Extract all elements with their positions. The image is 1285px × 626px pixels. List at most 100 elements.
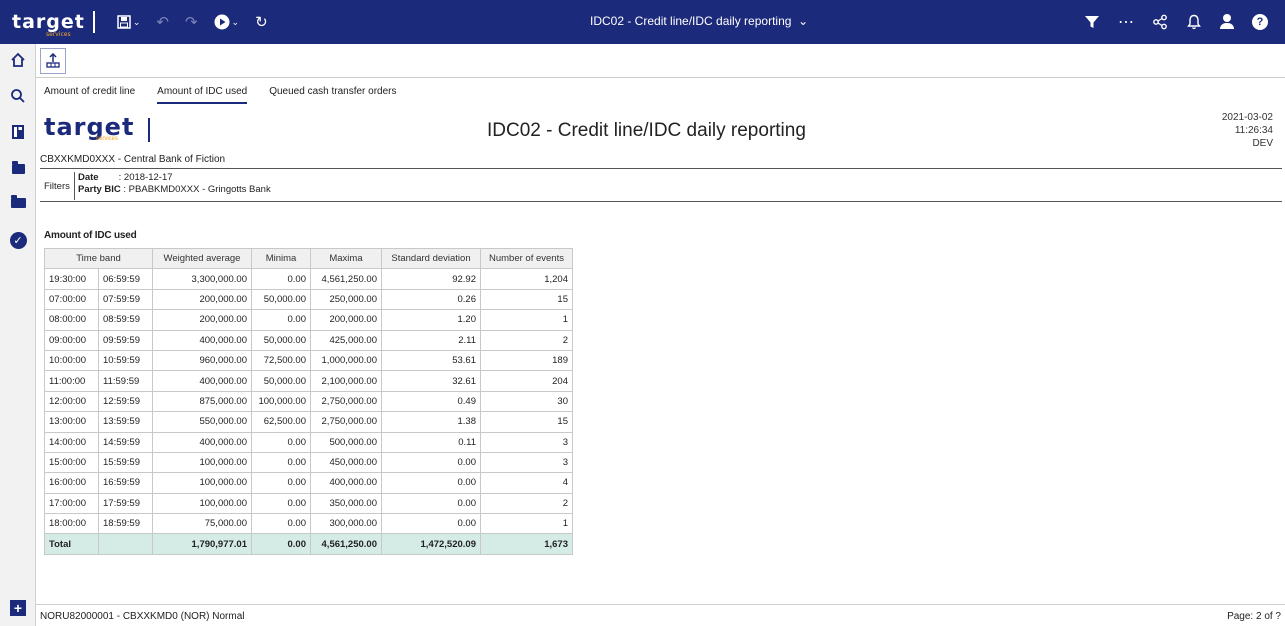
cell-standard-deviation: 1.20 <box>381 309 481 331</box>
home-icon[interactable] <box>0 52 36 68</box>
filters-panel: Filters Date : 2018-12-17 Party BIC : PB… <box>40 170 1282 202</box>
filter-icon[interactable] <box>1084 14 1100 30</box>
report-toolbar <box>36 44 1285 78</box>
table-row: 16:00:00 16:59:59 100,000.00 0.00 400,000.00… <box>44 472 573 494</box>
undo-icon[interactable]: ↶ <box>156 13 169 31</box>
cell-time-start: 12:00:00 <box>44 390 99 413</box>
cell-minima: 0.00 <box>251 309 311 331</box>
cell-time-start: 10:00:00 <box>44 349 99 372</box>
table-row: 17:00:00 17:59:59 100,000.00 0.00 350,000.00… <box>44 492 573 515</box>
status-text: NORU82000001 - CBXXKMD0 (NOR) Normal <box>40 611 245 622</box>
folders-icon[interactable] <box>0 195 36 208</box>
cell-number-of-events: 3 <box>480 431 573 453</box>
cell-weighted-average: 400,000.00 <box>152 431 252 453</box>
chevron-down-icon[interactable]: ⌄ <box>133 17 141 28</box>
report-selector-label: IDC02 - Credit line/IDC daily reporting <box>590 14 792 28</box>
cell-minima: 0.00 <box>251 431 311 453</box>
table-row: 14:00:00 14:59:59 400,000.00 0.00 500,000.00… <box>44 431 573 453</box>
cell-maxima: 350,000.00 <box>310 492 382 515</box>
tab-amount-of-idc-used[interactable]: Amount of IDC used <box>157 86 248 104</box>
cell-time-end: 13:59:59 <box>98 411 153 433</box>
report-logo-subtext: services <box>96 136 119 142</box>
cell-weighted-average: 100,000.00 <box>152 472 252 494</box>
cell-maxima: 2,100,000.00 <box>310 370 382 392</box>
export-button[interactable] <box>40 48 66 74</box>
search-icon[interactable] <box>0 88 36 104</box>
cell-weighted-average: 200,000.00 <box>152 309 252 331</box>
cell-maxima: 200,000.00 <box>310 309 382 331</box>
cell-weighted-average: 3,300,000.00 <box>152 268 252 290</box>
tab-queued-cash-transfer-orders[interactable]: Queued cash transfer orders <box>269 86 396 104</box>
document-icon[interactable] <box>0 124 36 140</box>
bell-icon[interactable] <box>1186 14 1202 30</box>
check-icon[interactable]: ✓ <box>0 232 36 249</box>
idc-table: Time band Weighted average Minima Maxima… <box>44 247 573 555</box>
cell-weighted-average: 400,000.00 <box>152 370 252 392</box>
cell-maxima: 2,750,000.00 <box>310 411 382 433</box>
filter-bic-value: : PBABKMD0XXX - Gringotts Bank <box>123 184 271 195</box>
folder-icon[interactable] <box>0 161 36 174</box>
cell-number-of-events: 189 <box>480 349 573 372</box>
header-standard-deviation[interactable]: Standard deviation <box>381 247 481 270</box>
cell-standard-deviation: 0.26 <box>381 288 481 311</box>
cell-standard-deviation: 0.11 <box>381 431 481 453</box>
cell-standard-deviation: 92.92 <box>381 268 481 290</box>
cell-time-start: 14:00:00 <box>44 431 99 453</box>
cell-number-of-events: 2 <box>480 329 573 351</box>
save-icon[interactable]: ⌄ <box>117 15 141 29</box>
cell-weighted-average: 875,000.00 <box>152 390 252 413</box>
total-time-start: Total <box>44 533 99 555</box>
cell-time-start: 19:30:00 <box>44 268 99 290</box>
status-bar: NORU82000001 - CBXXKMD0 (NOR) Normal Pag… <box>36 604 1285 626</box>
table-row: 10:00:00 10:59:59 960,000.00 72,500.00 1,000… <box>44 349 573 372</box>
cell-weighted-average: 100,000.00 <box>152 451 252 474</box>
report-selector[interactable]: IDC02 - Credit line/IDC daily reporting … <box>590 14 808 28</box>
header-number-of-events[interactable]: Number of events <box>480 247 573 270</box>
report-meta: 2021-03-02 11:26:34 DEV <box>1222 111 1273 150</box>
page-indicator: Page: 2 of ? <box>1227 611 1281 622</box>
share-icon[interactable] <box>1152 14 1168 30</box>
table-header-row: Time band Weighted average Minima Maxima… <box>44 247 573 270</box>
total-maxima: 4,561,250.00 <box>310 533 382 555</box>
cell-weighted-average: 75,000.00 <box>152 513 252 535</box>
cell-standard-deviation: 0.49 <box>381 390 481 413</box>
header-weighted-average[interactable]: Weighted average <box>152 247 252 270</box>
cell-time-start: 18:00:00 <box>44 513 99 535</box>
cell-time-end: 08:59:59 <box>98 309 153 331</box>
brand-separator <box>92 11 95 33</box>
header-maxima[interactable]: Maxima <box>310 247 382 270</box>
total-time-end <box>98 533 153 555</box>
help-icon[interactable]: ? <box>1252 14 1268 30</box>
cell-minima: 0.00 <box>251 268 311 290</box>
cell-number-of-events: 2 <box>480 492 573 515</box>
cell-minima: 0.00 <box>251 513 311 535</box>
total-weighted-average: 1,790,977.01 <box>152 533 252 555</box>
cell-weighted-average: 960,000.00 <box>152 349 252 372</box>
table-row: 11:00:00 11:59:59 400,000.00 50,000.00 2,100… <box>44 370 573 392</box>
filter-date-key: Date <box>78 172 99 183</box>
redo-icon[interactable]: ↷ <box>185 13 198 31</box>
refresh-icon[interactable]: ↻ <box>255 13 268 31</box>
cell-maxima: 400,000.00 <box>310 472 382 494</box>
top-bar: target services ⌄ ↶ ↷ ⌄ ↻ IDC02 - Credit… <box>0 0 1285 44</box>
cell-weighted-average: 550,000.00 <box>152 411 252 433</box>
table-row: 18:00:00 18:59:59 75,000.00 0.00 300,000.00 0… <box>44 513 573 535</box>
header-minima[interactable]: Minima <box>251 247 311 270</box>
more-icon[interactable]: ⋯ <box>1118 12 1134 32</box>
cell-minima: 0.00 <box>251 451 311 474</box>
header-time-band[interactable]: Time band <box>44 247 153 270</box>
user-icon[interactable] <box>1220 14 1234 30</box>
cell-standard-deviation: 32.61 <box>381 370 481 392</box>
cell-minima: 50,000.00 <box>251 370 311 392</box>
cell-weighted-average: 200,000.00 <box>152 288 252 311</box>
report-date: 2021-03-02 <box>1221 112 1273 123</box>
total-minima: 0.00 <box>251 533 311 555</box>
tab-amount-of-credit-line[interactable]: Amount of credit line <box>44 86 135 104</box>
total-number-of-events: 1,673 <box>480 533 573 555</box>
chevron-down-icon[interactable]: ⌄ <box>232 17 240 28</box>
play-icon[interactable]: ⌄ <box>214 14 240 30</box>
cell-time-start: 11:00:00 <box>44 370 99 392</box>
brand-logo[interactable]: target services <box>12 11 85 38</box>
report-environment: DEV <box>1252 138 1273 149</box>
add-icon[interactable]: + <box>0 600 36 616</box>
